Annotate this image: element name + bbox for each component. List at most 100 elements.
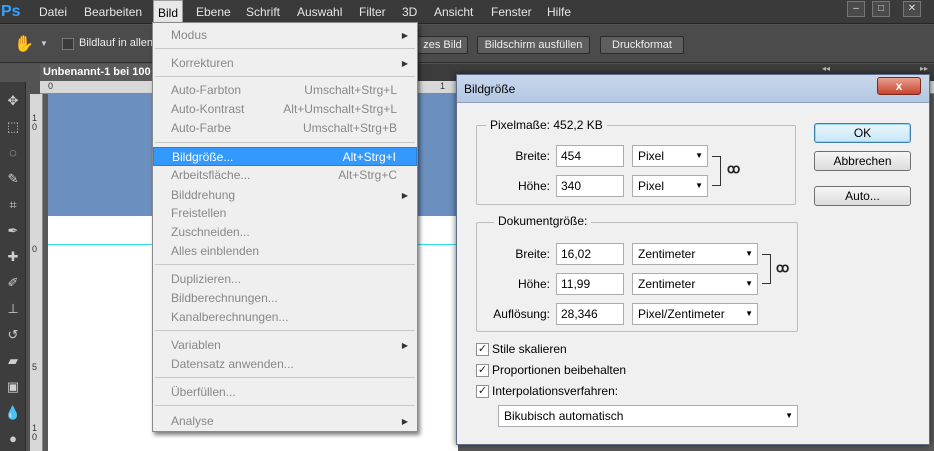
scroll-all-windows-checkbox[interactable] — [62, 38, 74, 50]
menu-item-label: Bildberechnungen... — [171, 291, 278, 305]
healing-brush-tool-icon[interactable]: ✚ — [3, 248, 23, 266]
menu-item-freistellen[interactable]: Freistellen — [153, 204, 417, 223]
doc-width-unit-select[interactable]: Zentimeter ▼ — [632, 243, 758, 265]
dialog-body: Pixelmaße: 452,2 KB Breite: 454 Pixel ▼ H… — [460, 103, 926, 441]
quick-select-tool-icon[interactable]: ✎ — [3, 170, 23, 188]
resample-label: Interpolationsverfahren: — [492, 384, 619, 398]
menu-bearbeiten[interactable]: Bearbeiten — [80, 0, 146, 24]
menu-item-auto-farbton[interactable]: Auto-Farbton Umschalt+Strg+L — [153, 81, 417, 100]
interpolation-select[interactable]: Bikubisch automatisch ▼ — [498, 405, 798, 427]
blur-tool-icon[interactable]: 💧 — [3, 404, 23, 422]
move-tool-icon[interactable]: ✥ — [3, 92, 23, 110]
lasso-tool-icon[interactable]: ◌ — [3, 144, 23, 162]
select-value: Pixel — [638, 149, 665, 163]
ok-button[interactable]: OK — [814, 123, 911, 143]
menu-item-duplizieren[interactable]: Duplizieren... — [153, 270, 417, 289]
menu-item-arbeitsflaeche[interactable]: Arbeitsfläche... Alt+Strg+C — [153, 166, 417, 185]
dodge-tool-icon[interactable]: ● — [3, 430, 23, 448]
menu-item-zuschneiden[interactable]: Zuschneiden... — [153, 223, 417, 242]
menu-item-label: Bildgröße... — [172, 150, 234, 164]
submenu-arrow-icon: ▶ — [401, 59, 408, 68]
menu-item-label: Modus — [171, 28, 208, 42]
constrain-proportions-checkbox[interactable]: ✓ — [476, 364, 489, 377]
menu-item-auto-kontrast[interactable]: Auto-Kontrast Alt+Umschalt+Strg+L — [153, 100, 417, 119]
eraser-tool-icon[interactable]: ▰ — [3, 352, 23, 370]
doc-height-input[interactable]: 11,99 — [556, 273, 624, 295]
scroll-all-windows-label: Bildlauf in allen F — [79, 37, 163, 49]
menu-item-label: Duplizieren... — [171, 272, 242, 286]
menu-item-shortcut: Alt+Strg+C — [338, 168, 397, 182]
dialog-close-button[interactable]: x — [877, 77, 921, 95]
menu-item-label: Alles einblenden — [171, 244, 260, 258]
menu-item-modus[interactable]: Modus ▶ — [153, 26, 417, 45]
fit-screen-button[interactable]: zes Bild — [418, 36, 468, 54]
menu-datei[interactable]: Datei — [35, 0, 71, 24]
ruler-tick-label: 1 0 — [32, 113, 38, 132]
menu-filter[interactable]: Filter — [355, 0, 390, 24]
menu-item-bilddrehung[interactable]: Bilddrehung ▶ — [153, 186, 417, 205]
gradient-tool-icon[interactable]: ▣ — [3, 378, 23, 396]
select-value: Pixel/Zentimeter — [638, 307, 725, 321]
dialog-title: Bildgröße — [464, 82, 516, 96]
print-size-button[interactable]: Druckformat — [600, 36, 684, 54]
pixel-width-input[interactable]: 454 — [556, 145, 624, 167]
menu-hilfe[interactable]: Hilfe — [543, 0, 575, 24]
eyedropper-tool-icon[interactable]: ✒ — [3, 222, 23, 240]
expand-arrows-icon[interactable]: ▸▸ — [920, 64, 928, 73]
chevron-down-icon[interactable]: ▼ — [40, 39, 48, 48]
menu-fenster[interactable]: Fenster — [487, 0, 536, 24]
doc-width-input[interactable]: 16,02 — [556, 243, 624, 265]
menu-item-kanalberechnungen[interactable]: Kanalberechnungen... — [153, 308, 417, 327]
menu-bar: Ps Datei Bearbeiten Bild Ebene Schrift A… — [0, 0, 934, 24]
doc-width-label: Breite: — [515, 247, 550, 261]
pixel-width-unit-select[interactable]: Pixel ▼ — [632, 145, 708, 167]
minimize-button[interactable]: – — [847, 1, 865, 17]
fill-screen-button[interactable]: Bildschirm ausfüllen — [477, 36, 590, 54]
pixel-height-unit-select[interactable]: Pixel ▼ — [632, 175, 708, 197]
history-brush-tool-icon[interactable]: ↺ — [3, 326, 23, 344]
cancel-button[interactable]: Abbrechen — [814, 151, 911, 171]
menu-item-analyse[interactable]: Analyse ▶ — [153, 412, 417, 431]
pixel-height-input[interactable]: 340 — [556, 175, 624, 197]
close-app-button[interactable]: ✕ — [903, 1, 921, 17]
collapse-arrows-icon[interactable]: ◂◂ — [822, 64, 830, 73]
menu-ebene[interactable]: Ebene — [192, 0, 235, 24]
doc-height-unit-select[interactable]: Zentimeter ▼ — [632, 273, 758, 295]
resolution-input[interactable]: 28,346 — [556, 303, 624, 325]
stamp-tool-icon[interactable]: ⊥ — [3, 300, 23, 318]
menu-item-auto-farbe[interactable]: Auto-Farbe Umschalt+Strg+B — [153, 119, 417, 138]
marquee-tool-icon[interactable]: ⬚ — [3, 118, 23, 136]
scale-styles-checkbox[interactable]: ✓ — [476, 343, 489, 356]
resolution-unit-select[interactable]: Pixel/Zentimeter ▼ — [632, 303, 758, 325]
menu-item-korrekturen[interactable]: Korrekturen ▶ — [153, 54, 417, 73]
menu-separator — [155, 405, 415, 406]
dialog-titlebar[interactable]: Bildgröße x — [457, 75, 929, 103]
chain-link-icon: ꝏ — [776, 260, 790, 275]
menu-item-alles-einblenden[interactable]: Alles einblenden — [153, 242, 417, 261]
menu-item-bildberechnungen[interactable]: Bildberechnungen... — [153, 289, 417, 308]
document-tab[interactable]: Unbenannt-1 bei 100 — [40, 64, 162, 81]
menu-item-label: Auto-Farbton — [171, 83, 242, 97]
hand-tool-icon[interactable]: ✋ — [14, 34, 34, 54]
menu-auswahl[interactable]: Auswahl — [293, 0, 346, 24]
ruler-tick-label: 5 — [32, 362, 38, 372]
auto-button[interactable]: Auto... — [814, 186, 911, 206]
pixel-link-bracket — [712, 156, 721, 186]
menu-item-shortcut: Alt+Strg+I — [342, 150, 396, 164]
menu-item-variablen[interactable]: Variablen ▶ — [153, 336, 417, 355]
brush-tool-icon[interactable]: ✐ — [3, 274, 23, 292]
pixel-dimensions-title: Pixelmaße: 452,2 KB — [486, 118, 607, 132]
menu-item-datensatz-anwenden[interactable]: Datensatz anwenden... — [153, 355, 417, 374]
menu-separator — [155, 142, 415, 143]
menu-3d[interactable]: 3D — [398, 0, 421, 24]
resample-checkbox[interactable]: ✓ — [476, 385, 489, 398]
menu-ansicht[interactable]: Ansicht — [430, 0, 477, 24]
menu-item-bildgroesse[interactable]: Bildgröße... Alt+Strg+I — [153, 147, 417, 166]
menu-item-label: Auto-Farbe — [171, 121, 232, 135]
menu-separator — [155, 76, 415, 77]
menu-item-ueberfuellen[interactable]: Überfüllen... — [153, 383, 417, 402]
crop-tool-icon[interactable]: ⌗ — [3, 196, 23, 214]
maximize-button[interactable]: □ — [872, 1, 890, 17]
menu-bild[interactable]: Bild — [153, 0, 184, 24]
menu-schrift[interactable]: Schrift — [242, 0, 284, 24]
